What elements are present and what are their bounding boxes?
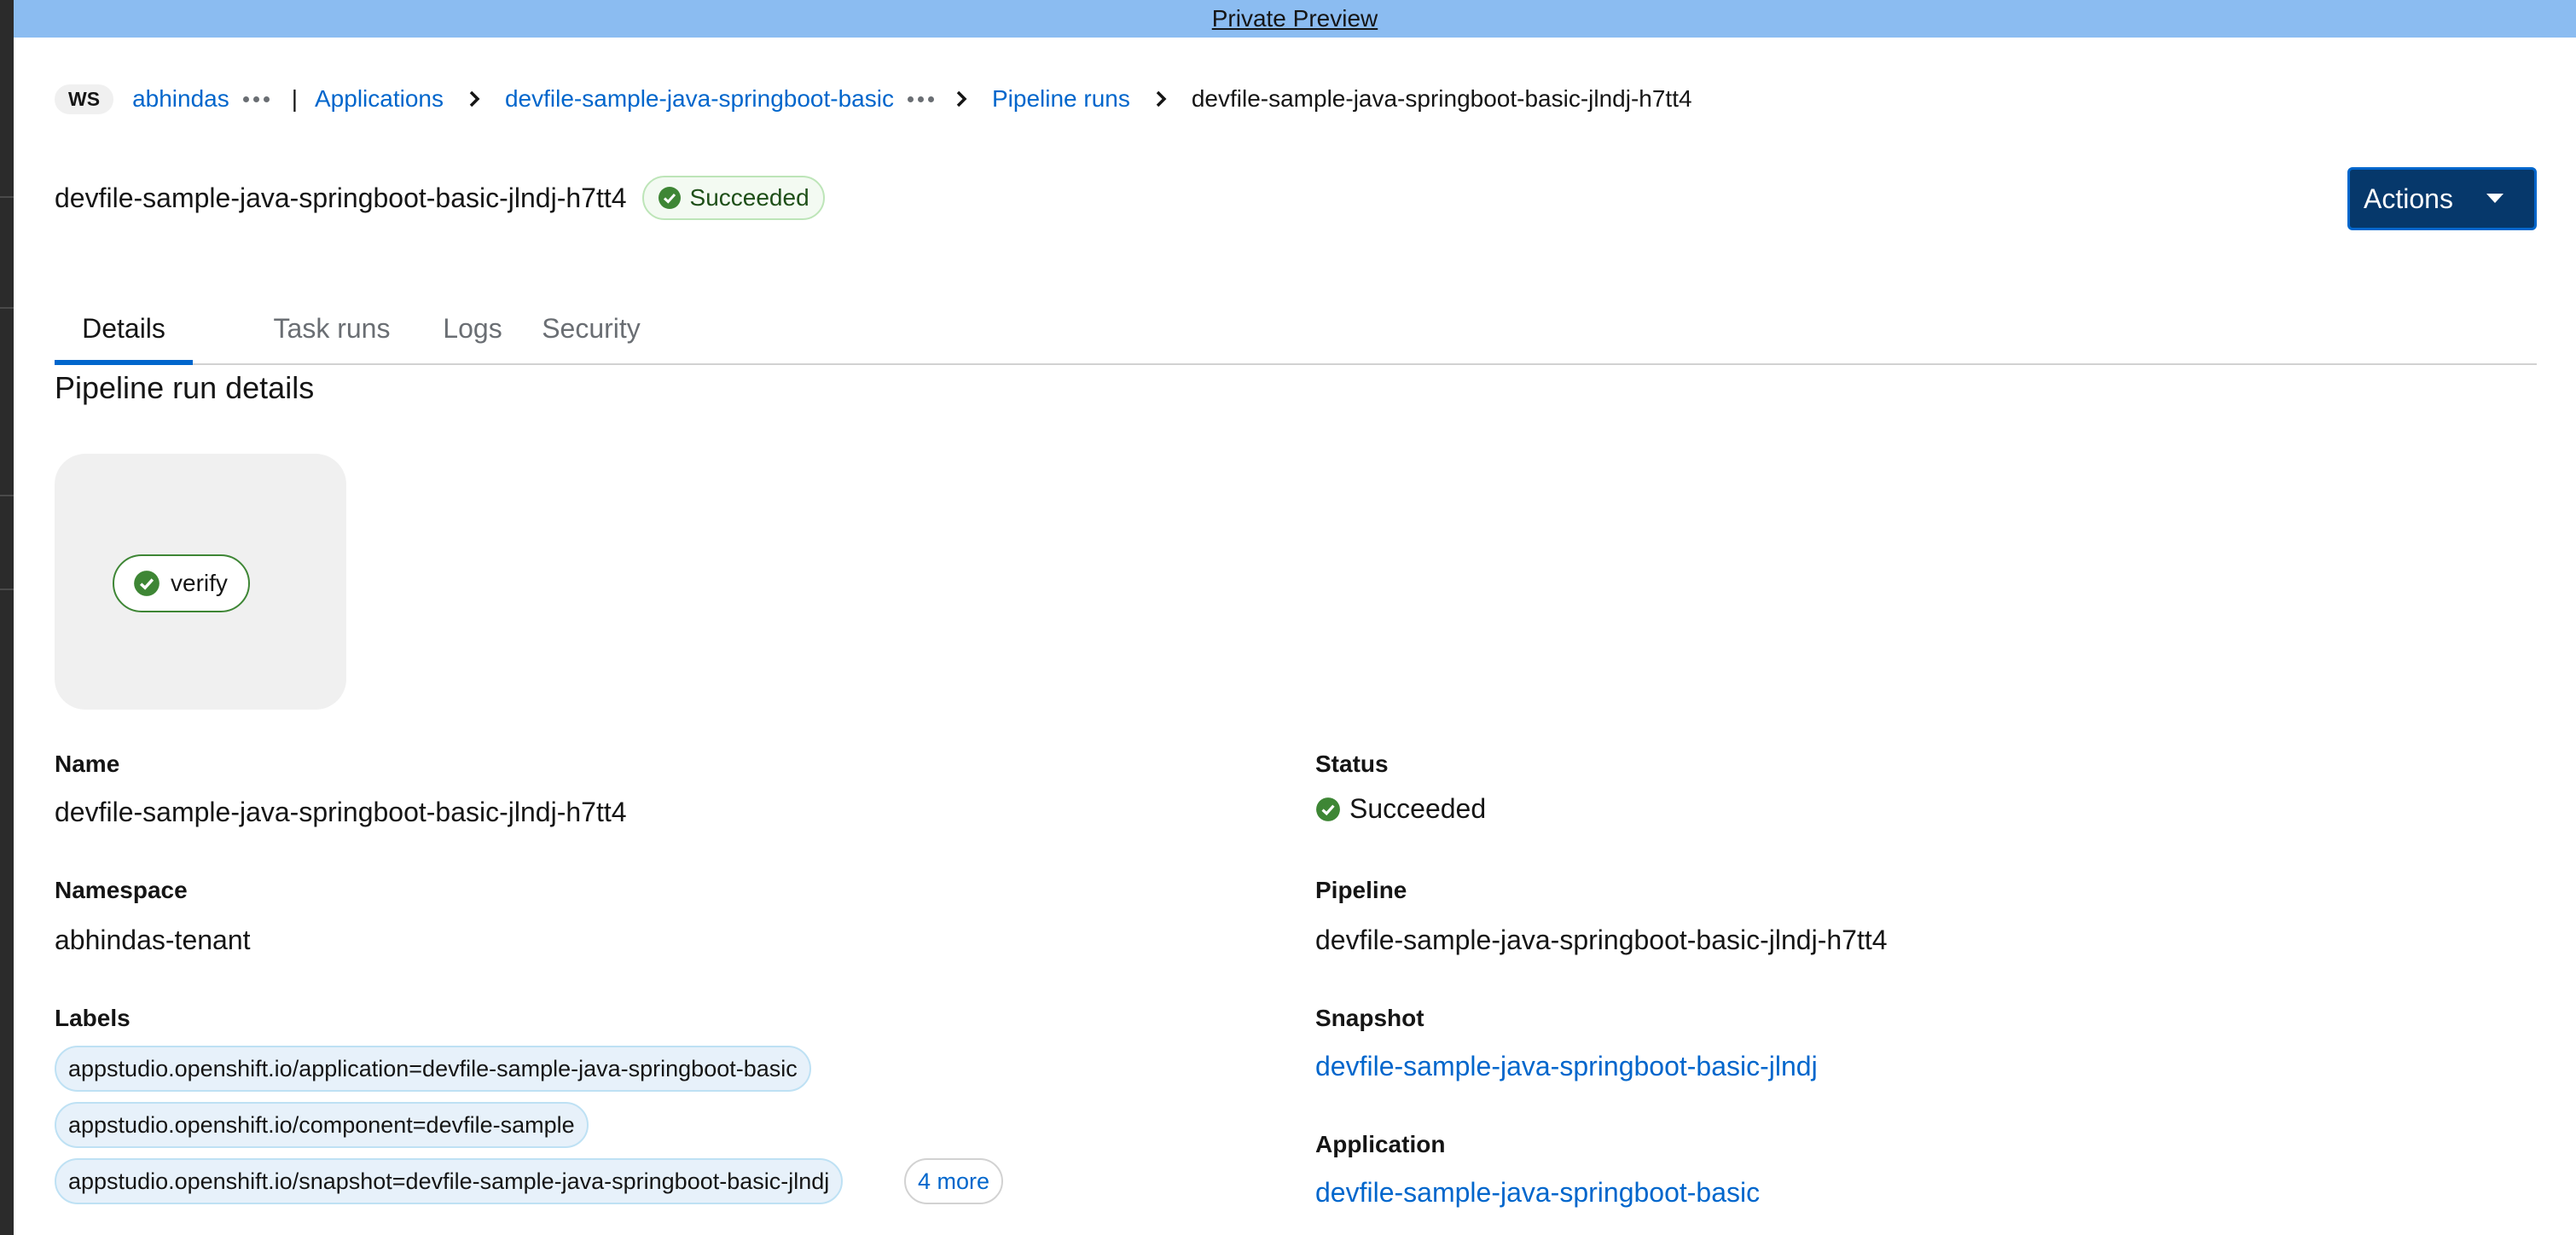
status-label: Status <box>1315 751 1389 777</box>
pipeline-label: Pipeline <box>1315 877 1407 903</box>
chevron-right-icon <box>951 89 972 109</box>
tab-details[interactable]: Details <box>55 293 193 365</box>
breadcrumb-application[interactable]: devfile-sample-java-springboot-basic <box>505 85 894 113</box>
breadcrumb: WS abhindas | Applications devfile-sampl… <box>55 78 1692 119</box>
edge-divider <box>0 196 14 198</box>
breadcrumb-current: devfile-sample-java-springboot-basic-jln… <box>1191 85 1692 112</box>
tab-bar: Details Task runs Logs Security <box>55 293 2537 365</box>
status-badge: Succeeded <box>641 176 825 220</box>
namespace-value: abhindas-tenant <box>55 925 251 955</box>
private-preview-link[interactable]: Private Preview <box>1212 5 1378 32</box>
chevron-right-icon <box>464 89 484 109</box>
breadcrumb-pipeline-runs[interactable]: Pipeline runs <box>992 85 1130 113</box>
edge-divider <box>0 589 14 590</box>
section-title: Pipeline run details <box>55 370 315 405</box>
page-header: devfile-sample-java-springboot-basic-jln… <box>55 176 825 220</box>
application-menu-icon[interactable] <box>907 96 934 102</box>
breadcrumb-workspace[interactable]: abhindas <box>132 85 229 113</box>
snapshot-link[interactable]: devfile-sample-java-springboot-basic-jln… <box>1315 1051 1818 1082</box>
application-label: Application <box>1315 1131 1446 1157</box>
tab-label: Details <box>82 312 165 344</box>
status-badge-text: Succeeded <box>689 184 809 211</box>
workspace-badge: WS <box>55 84 114 114</box>
workspace-menu-icon[interactable] <box>242 96 270 102</box>
check-circle-icon <box>1316 797 1340 821</box>
tab-label: Logs <box>443 312 502 344</box>
label-chip: appstudio.openshift.io/application=devfi… <box>55 1046 811 1092</box>
task-node-label: verify <box>171 570 228 596</box>
namespace-label: Namespace <box>55 877 188 903</box>
page-title: devfile-sample-java-springboot-basic-jln… <box>55 182 627 213</box>
actions-dropdown-button[interactable]: Actions <box>2347 167 2537 230</box>
name-label: Name <box>55 751 120 777</box>
task-node-verify[interactable]: verify <box>113 554 250 612</box>
edge-divider <box>0 495 14 496</box>
label-chip: appstudio.openshift.io/snapshot=devfile-… <box>55 1158 844 1204</box>
name-value: devfile-sample-java-springboot-basic-jln… <box>55 797 627 827</box>
pipeline-value: devfile-sample-java-springboot-basic-jln… <box>1315 925 1888 955</box>
tab-label: Security <box>542 312 641 344</box>
caret-down-icon <box>2486 194 2503 203</box>
private-preview-banner: Private Preview <box>14 0 2576 38</box>
application-link[interactable]: devfile-sample-java-springboot-basic <box>1315 1177 1760 1209</box>
labels-more-button[interactable]: 4 more <box>904 1158 1004 1204</box>
tab-security[interactable]: Security <box>502 293 681 363</box>
label-chip: appstudio.openshift.io/component=devfile… <box>55 1102 589 1148</box>
labels-label: Labels <box>55 1005 131 1031</box>
status-value: Succeeded <box>1315 793 1486 825</box>
status-value-text: Succeeded <box>1349 793 1487 824</box>
tab-label: Task runs <box>273 312 391 344</box>
breadcrumb-applications[interactable]: Applications <box>315 85 444 113</box>
edge-divider <box>0 307 14 309</box>
chevron-right-icon <box>1151 89 1171 109</box>
snapshot-label: Snapshot <box>1315 1005 1424 1031</box>
check-circle-icon <box>134 571 160 596</box>
breadcrumb-divider: | <box>291 85 298 112</box>
left-window-edge <box>0 0 14 1235</box>
actions-label: Actions <box>2364 183 2453 214</box>
check-circle-icon <box>658 187 681 209</box>
